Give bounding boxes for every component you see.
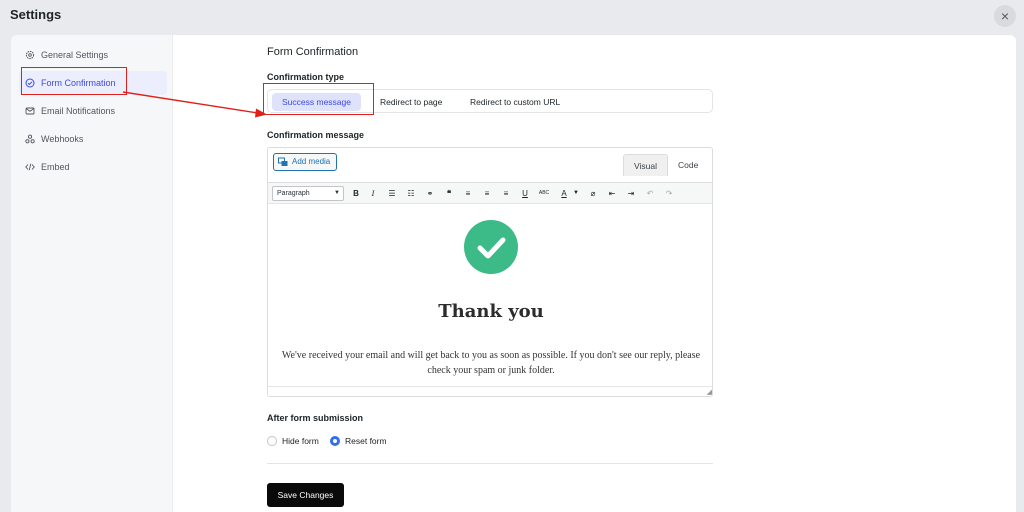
align-left-icon[interactable]: ≡ [462, 187, 474, 200]
tab-visual[interactable]: Visual [623, 154, 668, 176]
save-changes-button[interactable]: Save Changes [267, 483, 344, 507]
divider [267, 463, 713, 464]
text-color-icon[interactable]: A [558, 187, 570, 200]
tab-code[interactable]: Code [668, 154, 708, 176]
resize-handle-icon[interactable]: ◢ [707, 388, 712, 396]
confirmation-type-label: Confirmation type [267, 72, 345, 82]
editor-status-bar: ◢ [268, 386, 712, 396]
title-bar: Settings × [0, 0, 1024, 32]
envelope-icon [25, 106, 35, 116]
link-icon[interactable]: ⚭ [424, 187, 436, 200]
webhook-icon [25, 134, 35, 144]
italic-icon[interactable]: I [367, 187, 379, 200]
hide-form-label[interactable]: Hide form [282, 436, 319, 446]
thank-you-message: We've received your email and will get b… [281, 350, 701, 376]
sidebar-item-embed[interactable]: Embed [19, 155, 167, 179]
outdent-icon[interactable]: ⇤ [606, 187, 618, 200]
clear-format-icon[interactable]: ⌀ [587, 187, 599, 200]
bullet-list-icon[interactable]: ☰ [386, 187, 398, 200]
success-check-icon [464, 220, 518, 274]
option-redirect-to-custom-url[interactable]: Redirect to custom URL [460, 93, 570, 111]
chevron-down-icon: ▼ [334, 190, 340, 196]
window-title: Settings [10, 7, 62, 22]
close-button[interactable]: × [994, 5, 1016, 27]
confirmation-type-selector: Success message Redirect to page Redirec… [267, 89, 713, 113]
check-circle-icon [25, 78, 35, 88]
after-submission-label: After form submission [267, 413, 364, 423]
align-center-icon[interactable]: ≡ [481, 187, 493, 200]
page-title: Form Confirmation [267, 46, 359, 58]
annotation-arrow [122, 91, 267, 118]
sidebar-item-label: Form Confirmation [41, 78, 116, 88]
option-redirect-to-page[interactable]: Redirect to page [370, 93, 452, 111]
indent-icon[interactable]: ⇥ [625, 187, 637, 200]
code-icon [25, 162, 35, 172]
align-right-icon[interactable]: ≡ [500, 187, 512, 200]
message-editor: Add media Visual Code Paragraph ▼ B I ☰ … [267, 147, 713, 397]
blockquote-icon[interactable]: ❝ [443, 187, 455, 200]
sidebar-item-label: General Settings [41, 50, 109, 60]
text-color-chevron-icon[interactable]: ▼ [570, 187, 582, 200]
format-select-value: Paragraph [277, 190, 310, 197]
redo-icon[interactable]: ↷ [663, 187, 675, 200]
sidebar-item-webhooks[interactable]: Webhooks [19, 127, 167, 151]
editor-toolbar: Paragraph ▼ B I ☰ ☷ ⚭ ❝ ≡ ≡ ≡ U ABC A ▼ … [268, 182, 712, 204]
option-success-message[interactable]: Success message [272, 93, 361, 111]
undo-icon[interactable]: ↶ [644, 187, 656, 200]
reset-form-label[interactable]: Reset form [345, 436, 387, 446]
confirmation-message-label: Confirmation message [267, 130, 365, 140]
gear-icon [25, 50, 35, 60]
radio-hide-form[interactable] [267, 436, 277, 446]
sidebar-item-general-settings[interactable]: General Settings [19, 43, 167, 67]
strikethrough-icon[interactable]: ABC [538, 187, 550, 200]
sidebar-item-label: Embed [41, 162, 70, 172]
bold-icon[interactable]: B [350, 187, 362, 200]
add-media-button[interactable]: Add media [273, 153, 338, 171]
underline-icon[interactable]: U [519, 187, 531, 200]
sidebar-item-label: Webhooks [41, 134, 84, 144]
numbered-list-icon[interactable]: ☷ [405, 187, 417, 200]
settings-panel: General Settings Form Confirmation Email… [11, 35, 1016, 512]
close-icon: × [1000, 8, 1010, 24]
sidebar-item-label: Email Notifications [41, 106, 116, 116]
thank-you-heading: Thank you [438, 301, 544, 322]
format-select[interactable]: Paragraph ▼ [272, 186, 344, 201]
radio-reset-form[interactable] [330, 436, 340, 446]
add-media-label: Add media [292, 157, 331, 166]
media-icon [278, 157, 288, 166]
